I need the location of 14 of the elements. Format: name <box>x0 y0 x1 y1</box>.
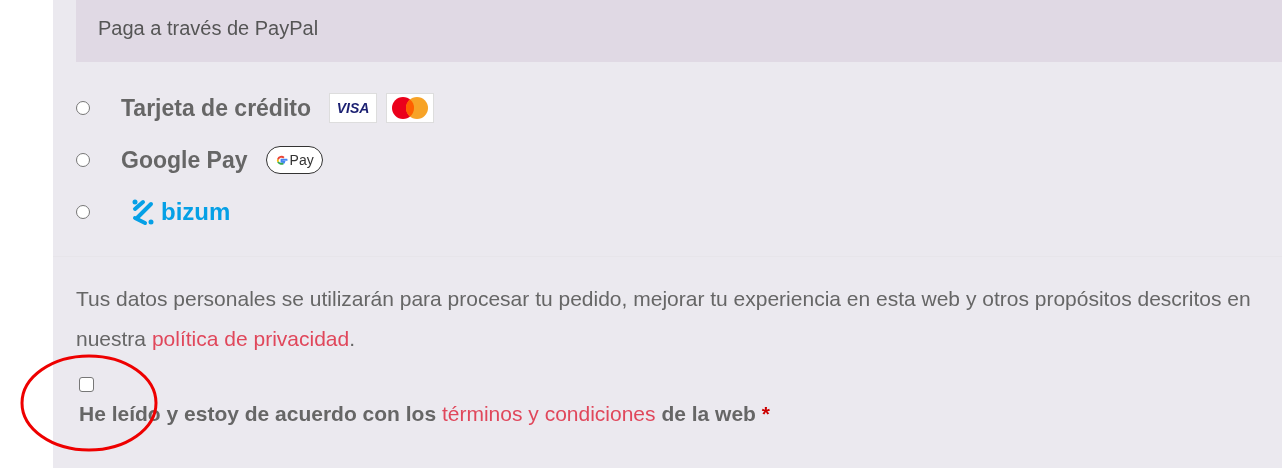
terms-checkbox[interactable] <box>79 377 94 392</box>
radio-button[interactable] <box>76 205 90 219</box>
payment-label: Tarjeta de crédito <box>121 93 312 123</box>
radio-button[interactable] <box>76 153 90 167</box>
payment-label: Google Pay <box>121 145 248 175</box>
google-pay-badge: Pay <box>265 146 323 174</box>
mastercard-logo <box>386 93 435 123</box>
terms-link[interactable]: términos y condiciones <box>441 402 656 425</box>
visa-logo: VISA <box>329 93 378 123</box>
radio-button[interactable] <box>76 101 90 115</box>
notice-text: Paga a través de PayPal <box>98 17 319 39</box>
privacy-policy-link[interactable]: política de privacidad <box>151 327 350 350</box>
privacy-notice: Tus datos personales se utilizarán para procesar tu pedido, mejorar tu experiencia en esta web y otros propósitos descritos en nuestra política de privacidad. <box>76 286 1252 352</box>
bizum-logo: bizum <box>131 194 231 230</box>
